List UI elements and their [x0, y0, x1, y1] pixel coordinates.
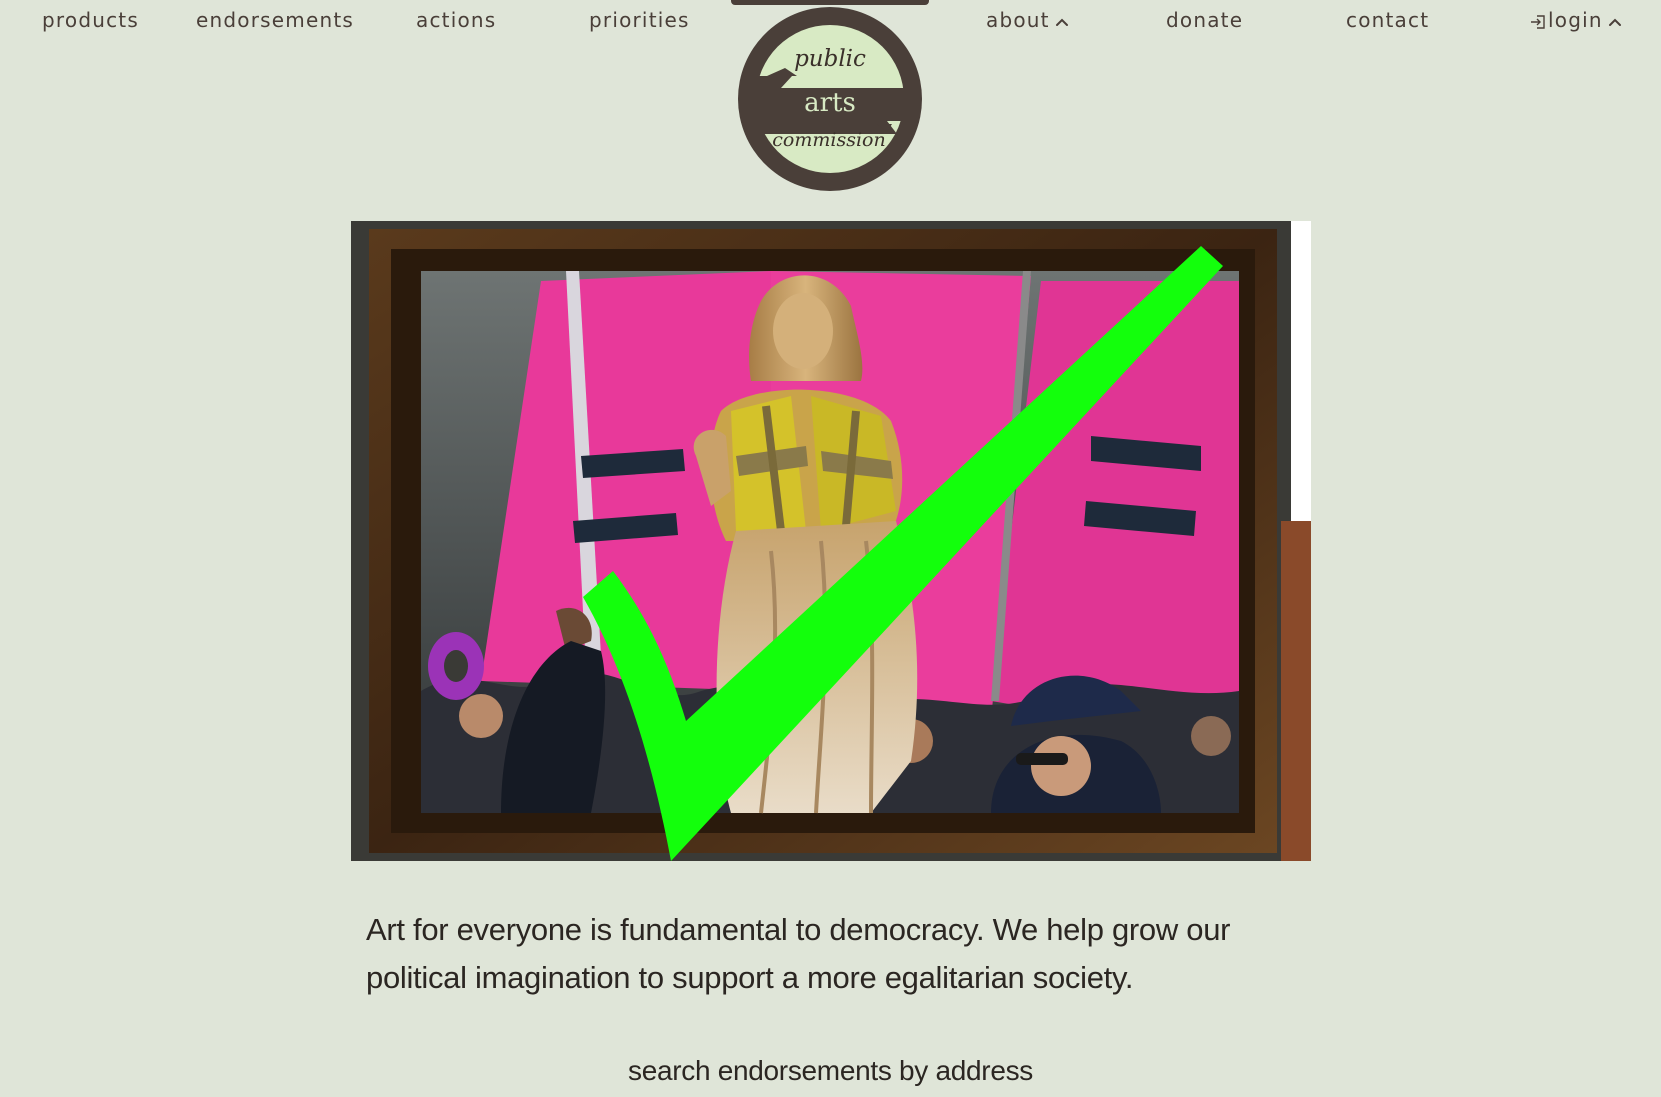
mission-statement: Art for everyone is fundamental to democ…: [366, 912, 1231, 995]
login-icon: [1531, 14, 1545, 29]
nav-about-label: about: [986, 8, 1050, 32]
nav-donate[interactable]: donate: [1166, 8, 1243, 32]
page: products endorsements actions priorities…: [0, 0, 1661, 1097]
site-logo[interactable]: public arts commission: [737, 6, 923, 192]
nav-endorsements[interactable]: endorsements: [196, 8, 354, 32]
hero-image: [351, 221, 1311, 861]
nav-login-label: login: [1548, 8, 1603, 32]
nav-actions[interactable]: actions: [416, 8, 496, 32]
hero-illustration: [351, 221, 1311, 861]
logo-graphic: public arts commission: [738, 7, 922, 191]
search-endorsements-heading: search endorsements by address: [628, 1055, 1033, 1086]
nav-login[interactable]: login: [1529, 8, 1622, 32]
nav-priorities[interactable]: priorities: [589, 8, 690, 32]
chevron-up-icon: [1608, 18, 1621, 26]
logo-line-public: public: [794, 46, 866, 72]
logo-line-arts: arts: [804, 88, 856, 118]
nav-about[interactable]: about: [986, 8, 1069, 32]
nav-contact[interactable]: contact: [1346, 8, 1429, 32]
logo-tab: [731, 0, 929, 5]
logo-line-commission: commission: [772, 129, 885, 151]
chevron-up-icon: [1055, 18, 1068, 26]
nav-products[interactable]: products: [42, 8, 139, 32]
